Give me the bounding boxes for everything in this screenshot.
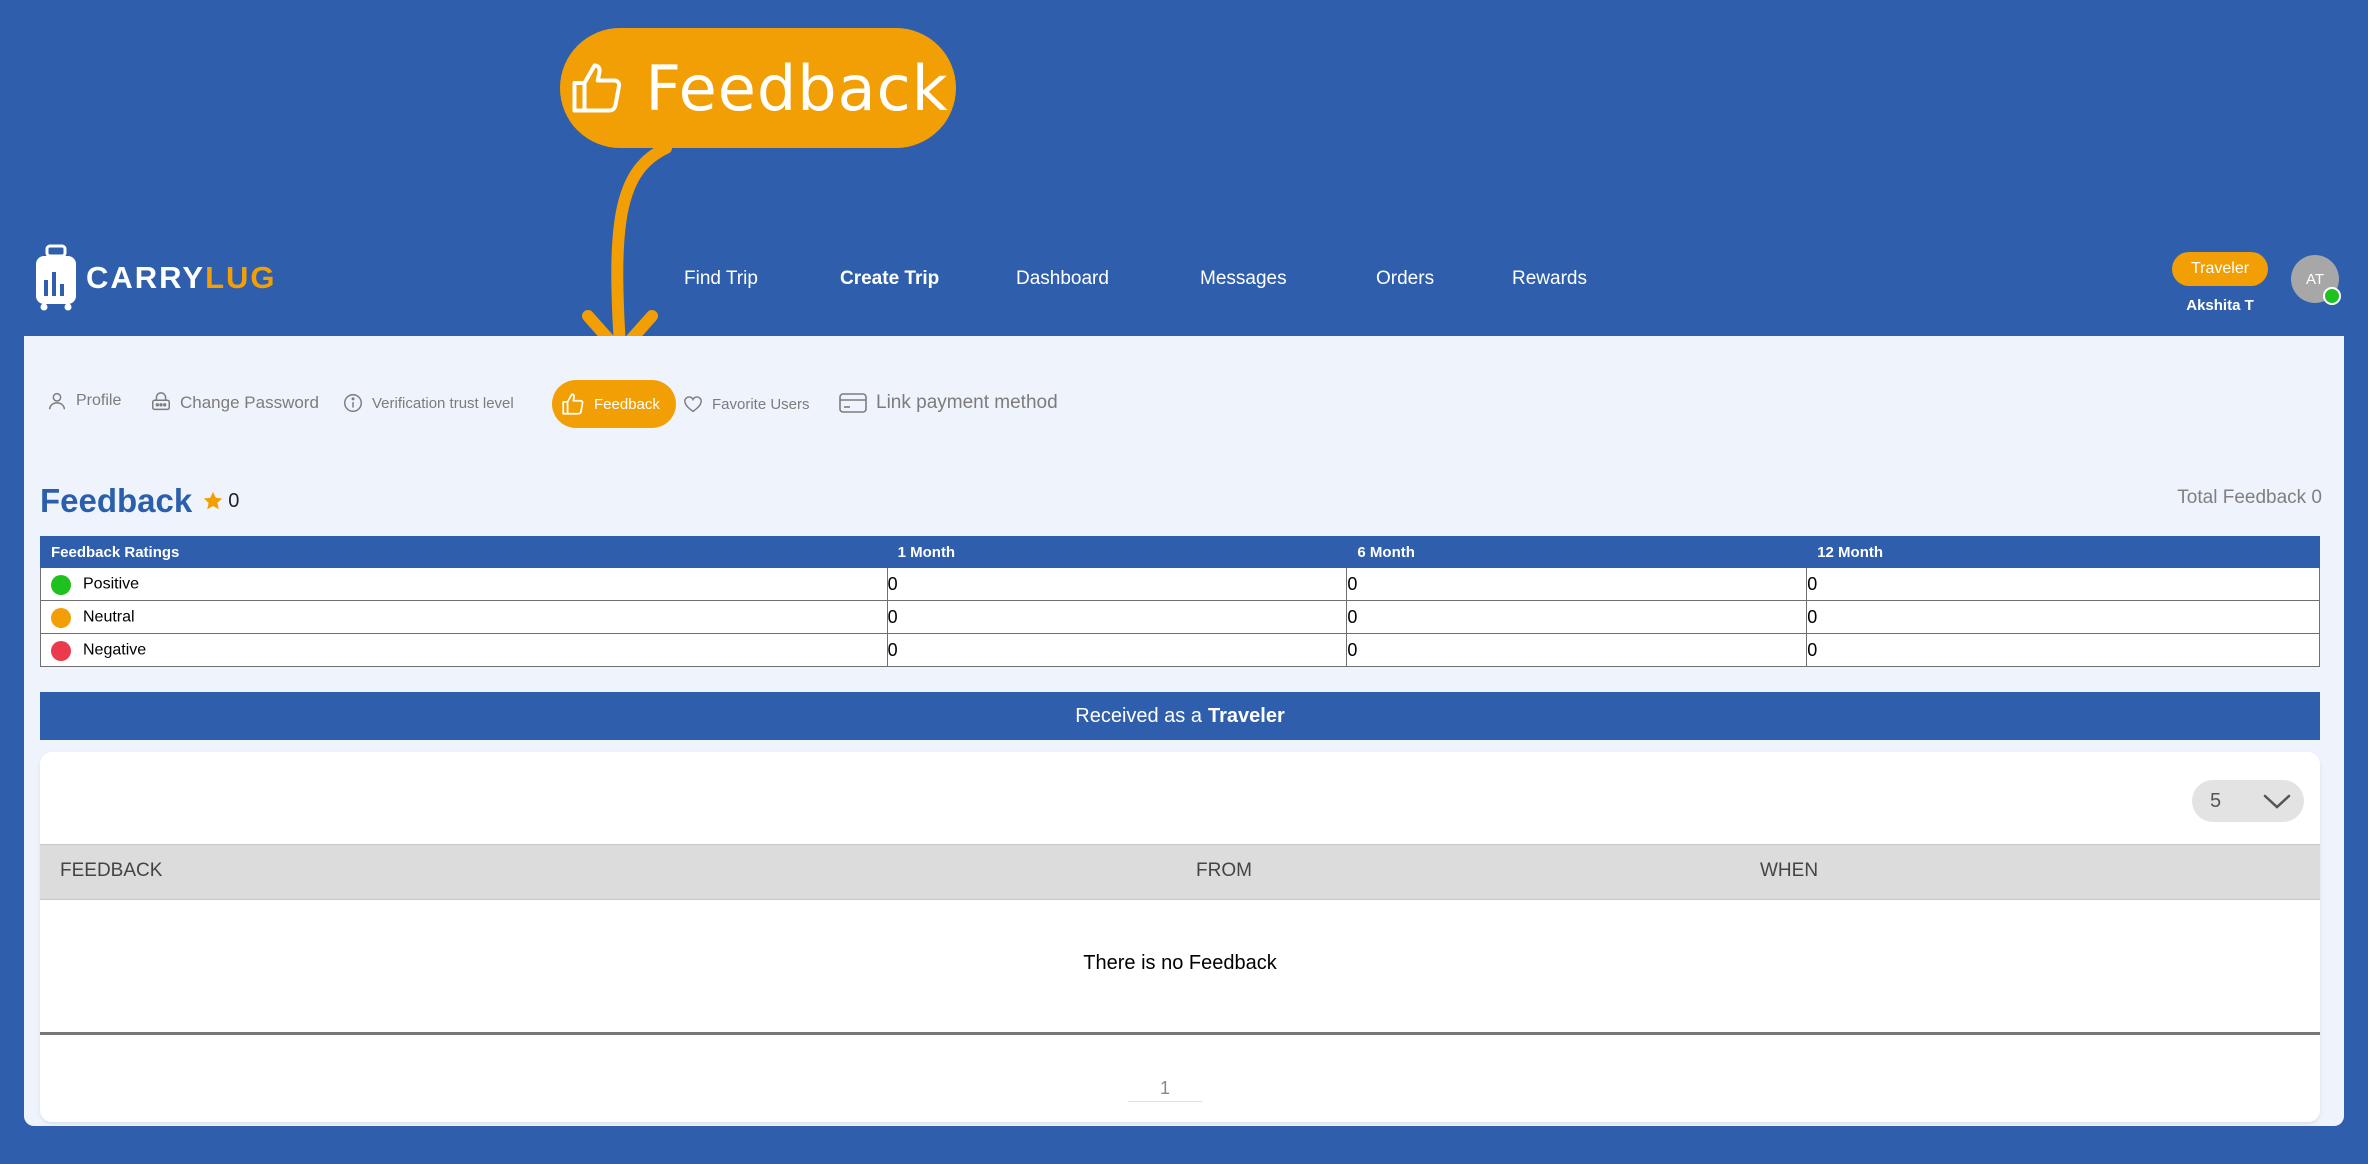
role-badge[interactable]: Traveler <box>2172 252 2268 286</box>
received-prefix: Received as a <box>1075 704 1202 727</box>
page-size-value: 5 <box>2210 789 2222 812</box>
total-feedback: Total Feedback 0 <box>2177 487 2322 508</box>
table-cell: 0 <box>886 633 1348 667</box>
table-cell: 0 <box>1346 633 1808 667</box>
nav-messages[interactable]: Messages <box>1200 268 1287 290</box>
lock-icon <box>152 392 170 411</box>
table-cell: 0 <box>886 567 1348 601</box>
chevron-down-icon <box>2263 794 2291 809</box>
nav-rewards[interactable]: Rewards <box>1512 268 1587 290</box>
callout-arrow <box>582 142 672 358</box>
subnav-label: Link payment method <box>876 392 1058 413</box>
table-cell: 0 <box>1806 633 2320 667</box>
info-icon <box>344 394 362 412</box>
received-as-traveler-header: Received as a Traveler <box>40 692 2320 740</box>
subnav-profile[interactable]: Profile <box>46 390 121 412</box>
column-header-feedback[interactable]: FEEDBACK <box>60 860 162 882</box>
thumbs-up-icon <box>562 393 584 415</box>
brand-name: CARRYLUG <box>86 260 277 295</box>
subnav-label: Favorite Users <box>712 395 810 413</box>
nav-orders[interactable]: Orders <box>1376 268 1434 290</box>
avatar[interactable]: AT <box>2291 255 2341 305</box>
table-cell: 0 <box>1346 567 1808 601</box>
column-header: 6 Month <box>1346 536 1808 568</box>
subnav-label: Verification trust level <box>372 394 514 412</box>
luggage-icon <box>36 244 76 311</box>
subnav-label: Profile <box>76 392 122 409</box>
feedback-ratings-table: Feedback Ratings 1 Month 6 Month 12 Mont… <box>40 536 2320 667</box>
nav-create-trip[interactable]: Create Trip <box>840 268 939 290</box>
positive-indicator-dot <box>51 574 71 595</box>
subnav-label: Feedback <box>594 395 660 413</box>
rating-row-positive: Positive 0 0 0 <box>40 567 2320 601</box>
neutral-indicator-dot <box>51 607 71 628</box>
divider <box>40 1032 2320 1035</box>
column-header: 1 Month <box>886 536 1348 568</box>
subnav-verification-trust-level[interactable]: Verification trust level <box>342 392 514 414</box>
page-title: Feedback 0 <box>40 482 239 520</box>
rating-label: Negative <box>83 641 147 659</box>
table-cell: 0 <box>1346 600 1808 634</box>
column-header-from[interactable]: FROM <box>1196 860 1252 882</box>
user-name: Akshita T <box>2186 297 2254 314</box>
column-header-when[interactable]: WHEN <box>1760 860 1818 882</box>
card-icon <box>839 393 867 413</box>
negative-indicator-dot <box>51 640 71 661</box>
empty-state-message: There is no Feedback <box>1083 952 1277 974</box>
table-cell: 0 <box>1806 567 2320 601</box>
nav-find-trip[interactable]: Find Trip <box>684 268 758 290</box>
nav-dashboard[interactable]: Dashboard <box>1016 268 1109 290</box>
avatar-initials: AT <box>2305 270 2325 288</box>
subnav-favorite-users[interactable]: Favorite Users <box>682 393 810 415</box>
person-icon <box>48 392 66 410</box>
subnav-feedback[interactable]: Feedback <box>552 380 676 428</box>
pagination-page-1[interactable]: 1 <box>1128 1078 1202 1102</box>
feedback-list-card: 5 FEEDBACK FROM WHEN There is no Feedbac… <box>40 752 2320 1122</box>
table-cell: 0 <box>1806 600 2320 634</box>
subnav-link-payment-method[interactable]: Link payment method <box>838 391 1058 415</box>
rating-row-negative: Negative 0 0 0 <box>40 633 2320 667</box>
online-status-indicator <box>2323 287 2341 305</box>
rating-label: Neutral <box>83 608 135 626</box>
rating-row-neutral: Neutral 0 0 0 <box>40 600 2320 634</box>
column-header: 12 Month <box>1806 536 2320 568</box>
received-role: Traveler <box>1208 704 1285 727</box>
feedback-list-header: FEEDBACK FROM WHEN <box>40 844 2320 900</box>
subnav-label: Change Password <box>180 393 319 412</box>
star-icon <box>204 491 223 510</box>
callout-label: Feedback <box>645 51 949 125</box>
heart-icon <box>684 396 702 413</box>
feedback-score-value: 0 <box>228 489 240 512</box>
thumbs-up-icon <box>572 63 622 113</box>
table-header-row: Feedback Ratings 1 Month 6 Month 12 Mont… <box>40 536 2320 568</box>
column-header: Feedback Ratings <box>40 536 888 568</box>
rating-label: Positive <box>83 575 140 593</box>
page-size-select[interactable]: 5 <box>2192 780 2304 822</box>
page-title-text: Feedback <box>40 482 193 519</box>
feedback-score: 0 <box>202 490 239 513</box>
brand-logo[interactable]: CARRYLUG <box>34 244 277 312</box>
subnav-change-password[interactable]: Change Password <box>150 392 319 414</box>
table-cell: 0 <box>886 600 1348 634</box>
